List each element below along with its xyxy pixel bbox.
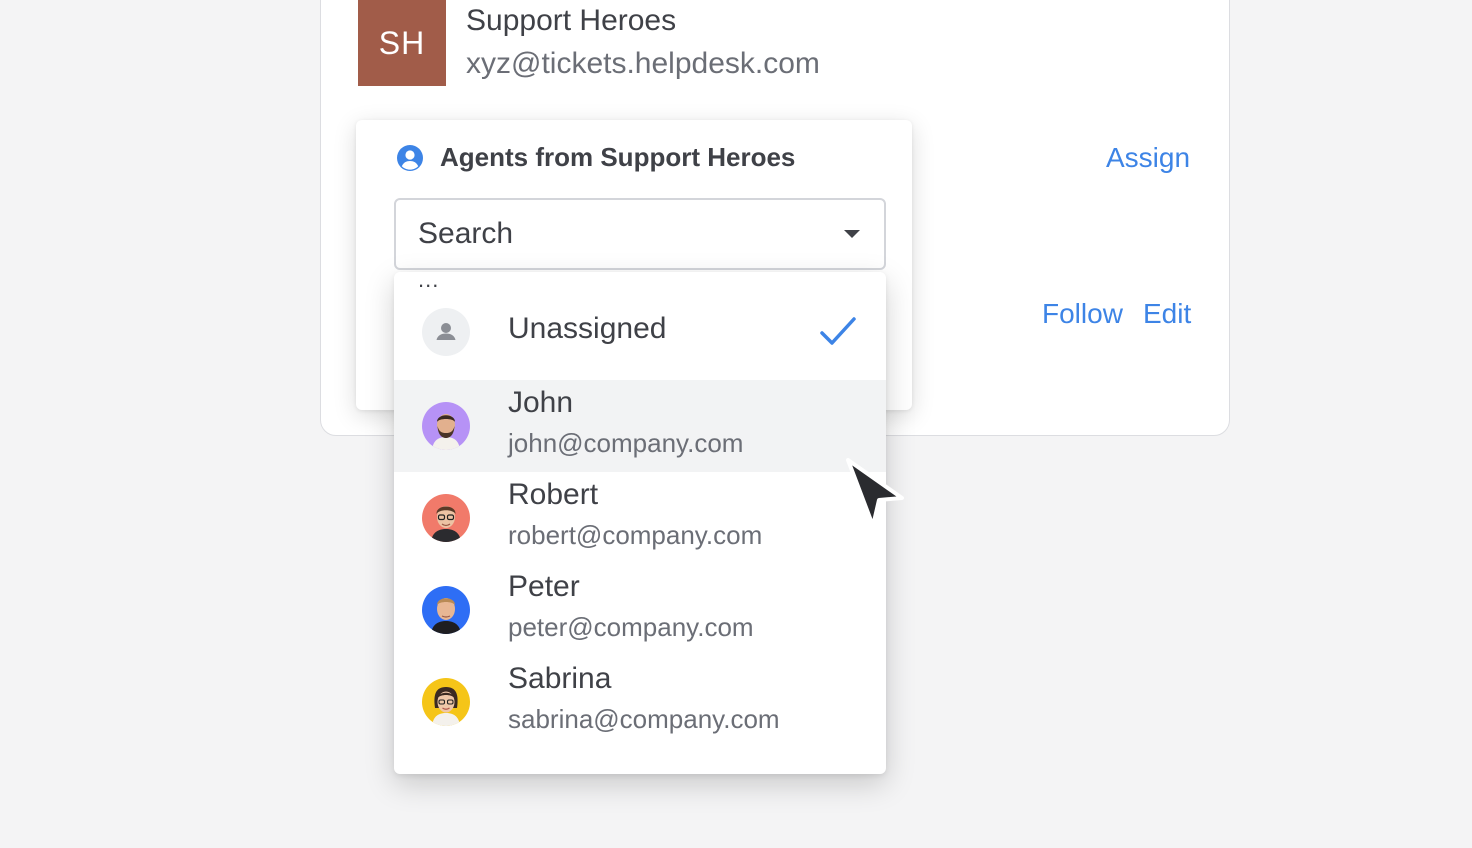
agent-email: sabrina@company.com: [508, 704, 780, 734]
search-placeholder: Search: [418, 217, 514, 250]
agent-name: Sabrina: [508, 662, 612, 695]
agent-email: robert@company.com: [508, 520, 763, 550]
agent-name: John: [508, 386, 574, 419]
assign-link[interactable]: Assign: [1106, 142, 1190, 174]
option-agent-john[interactable]: John john@company.com: [394, 380, 886, 472]
agent-name: Peter: [508, 570, 580, 603]
follow-link[interactable]: Follow: [1042, 298, 1123, 330]
popover-title: Agents from Support Heroes: [440, 142, 796, 172]
option-agent-peter[interactable]: Peter peter@company.com: [394, 564, 886, 656]
option-label: Unassigned: [508, 312, 667, 345]
option-agent-robert[interactable]: Robert robert@company.com: [394, 472, 886, 564]
agent-dropdown-list: ... Unassigned John john@company.com Rob…: [394, 272, 886, 774]
agent-search-input[interactable]: Search: [394, 198, 886, 270]
page-background: SH Support Heroes xyz@tickets.helpdesk.c…: [0, 0, 1472, 848]
team-email: xyz@tickets.helpdesk.com: [466, 47, 820, 80]
team-initials: SH: [378, 24, 426, 61]
option-unassigned[interactable]: Unassigned: [394, 286, 886, 378]
user-circle-icon: [397, 144, 423, 171]
agent-email: john@company.com: [508, 428, 744, 458]
avatar: [422, 678, 470, 726]
check-icon: [820, 317, 856, 345]
agent-name: Robert: [508, 478, 599, 511]
agent-email: peter@company.com: [508, 612, 754, 642]
team-avatar: SH: [358, 0, 446, 86]
avatar: [422, 494, 470, 542]
avatar: [422, 402, 470, 450]
mouse-pointer-icon: [846, 458, 904, 528]
team-name: Support Heroes: [466, 4, 677, 37]
chevron-down-icon[interactable]: [844, 230, 860, 238]
unassigned-avatar: [422, 308, 470, 356]
person-icon: [436, 323, 456, 340]
edit-link[interactable]: Edit: [1143, 298, 1191, 330]
option-agent-sabrina[interactable]: Sabrina sabrina@company.com: [394, 656, 886, 748]
avatar: [422, 586, 470, 634]
popover-header: Agents from Support Heroes: [396, 142, 795, 173]
